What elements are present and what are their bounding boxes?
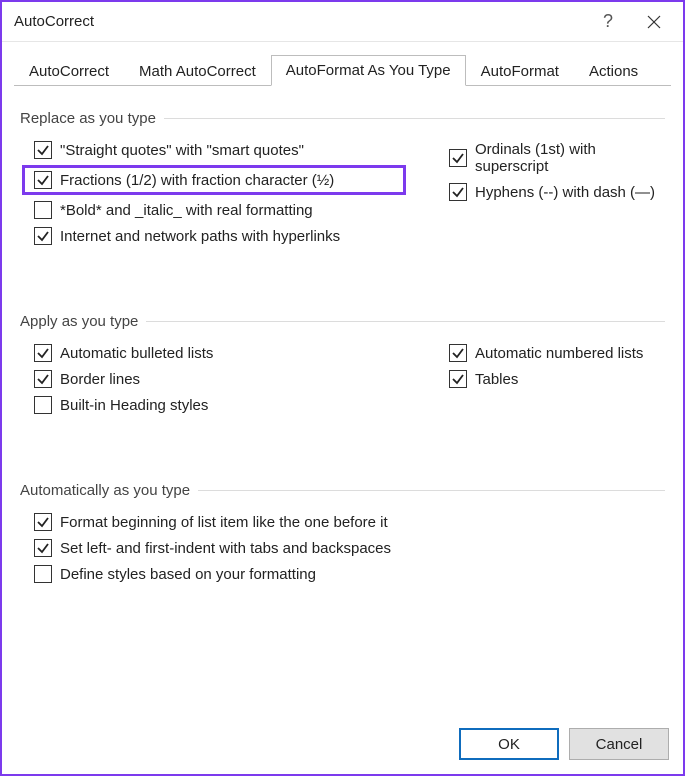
close-icon xyxy=(647,15,661,29)
autocorrect-dialog: AutoCorrect ? AutoCorrectMath AutoCorrec… xyxy=(0,0,685,776)
dialog-body: Replace as you type "Straight quotes" wi… xyxy=(2,86,683,714)
tab-autoformat[interactable]: AutoFormat xyxy=(466,56,574,86)
option-define-styles[interactable]: Define styles based on your formatting xyxy=(34,561,665,587)
checkbox-hyphens[interactable] xyxy=(449,183,467,201)
help-button[interactable]: ? xyxy=(585,6,631,38)
checkbox-numbered-lists[interactable] xyxy=(449,344,467,362)
option-hyperlinks[interactable]: Internet and network paths with hyperlin… xyxy=(34,223,449,249)
checkbox-heading-styles[interactable] xyxy=(34,396,52,414)
option-label: *Bold* and _italic_ with real formatting xyxy=(60,202,313,219)
option-format-list-item[interactable]: Format beginning of list item like the o… xyxy=(34,509,665,535)
option-numbered-lists[interactable]: Automatic numbered lists xyxy=(449,340,665,366)
option-tables[interactable]: Tables xyxy=(449,366,665,392)
option-label: Set left- and first-indent with tabs and… xyxy=(60,540,391,557)
checkbox-bulleted-lists[interactable] xyxy=(34,344,52,362)
divider xyxy=(146,321,665,322)
group-replace: Replace as you type "Straight quotes" wi… xyxy=(20,110,665,261)
option-label: "Straight quotes" with "smart quotes" xyxy=(60,142,304,159)
tab-strip: AutoCorrectMath AutoCorrectAutoFormat As… xyxy=(2,42,683,85)
tab-actions[interactable]: Actions xyxy=(574,56,653,86)
group-replace-title: Replace as you type xyxy=(20,110,156,127)
tab-autoformat-as-you-type[interactable]: AutoFormat As You Type xyxy=(271,55,466,86)
option-label: Automatic numbered lists xyxy=(475,345,643,362)
ok-button[interactable]: OK xyxy=(459,728,559,760)
option-label: Internet and network paths with hyperlin… xyxy=(60,228,340,245)
option-bulleted-lists[interactable]: Automatic bulleted lists xyxy=(34,340,449,366)
group-apply-title: Apply as you type xyxy=(20,313,138,330)
option-label: Automatic bulleted lists xyxy=(60,345,213,362)
divider xyxy=(164,118,665,119)
option-label: Fractions (1/2) with fraction character … xyxy=(60,172,334,189)
option-set-indent[interactable]: Set left- and first-indent with tabs and… xyxy=(34,535,665,561)
titlebar: AutoCorrect ? xyxy=(2,2,683,42)
checkbox-fractions[interactable] xyxy=(34,171,52,189)
option-label: Tables xyxy=(475,371,518,388)
checkbox-tables[interactable] xyxy=(449,370,467,388)
checkbox-border-lines[interactable] xyxy=(34,370,52,388)
divider xyxy=(198,490,665,491)
group-auto-title: Automatically as you type xyxy=(20,482,190,499)
group-apply: Apply as you type Automatic bulleted lis… xyxy=(20,313,665,430)
dialog-footer: OK Cancel xyxy=(2,714,683,774)
option-label: Hyphens (--) with dash (—) xyxy=(475,184,655,201)
option-straight-quotes[interactable]: "Straight quotes" with "smart quotes" xyxy=(34,137,449,163)
checkbox-define-styles[interactable] xyxy=(34,565,52,583)
option-fractions[interactable]: Fractions (1/2) with fraction character … xyxy=(22,165,406,195)
option-label: Built-in Heading styles xyxy=(60,397,208,414)
close-button[interactable] xyxy=(631,6,677,38)
option-hyphens[interactable]: Hyphens (--) with dash (—) xyxy=(449,179,665,205)
tab-autocorrect[interactable]: AutoCorrect xyxy=(14,56,124,86)
cancel-button[interactable]: Cancel xyxy=(569,728,669,760)
window-title: AutoCorrect xyxy=(14,13,585,30)
option-heading-styles[interactable]: Built-in Heading styles xyxy=(34,392,449,418)
group-auto: Automatically as you type Format beginni… xyxy=(20,482,665,599)
option-border-lines[interactable]: Border lines xyxy=(34,366,449,392)
tab-math-autocorrect[interactable]: Math AutoCorrect xyxy=(124,56,271,86)
option-label: Ordinals (1st) with superscript xyxy=(475,141,665,175)
option-bold-italic[interactable]: *Bold* and _italic_ with real formatting xyxy=(34,197,449,223)
checkbox-bold-italic[interactable] xyxy=(34,201,52,219)
checkbox-set-indent[interactable] xyxy=(34,539,52,557)
checkbox-straight-quotes[interactable] xyxy=(34,141,52,159)
option-label: Border lines xyxy=(60,371,140,388)
checkbox-format-list-item[interactable] xyxy=(34,513,52,531)
option-ordinals[interactable]: Ordinals (1st) with superscript xyxy=(449,137,665,179)
option-label: Format beginning of list item like the o… xyxy=(60,514,388,531)
checkbox-ordinals[interactable] xyxy=(449,149,467,167)
option-label: Define styles based on your formatting xyxy=(60,566,316,583)
checkbox-hyperlinks[interactable] xyxy=(34,227,52,245)
